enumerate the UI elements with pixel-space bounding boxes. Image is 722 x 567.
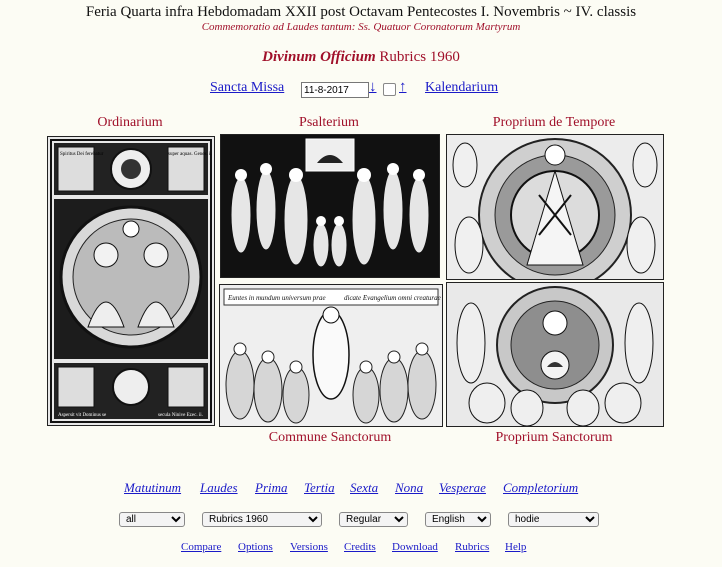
commune-banner-right-text: dicate Evangelium omni creaturae (344, 294, 441, 302)
date-input[interactable] (301, 82, 369, 98)
scope-select[interactable]: all (119, 512, 185, 527)
compare-link[interactable]: Compare (181, 541, 221, 553)
ordinarium-top-left-text: Spiritus Dei ferebatur (60, 152, 104, 157)
hour-prima-link[interactable]: Prima (255, 480, 288, 496)
office-heading: Divinum Officium Rubrics 1960 (0, 49, 722, 66)
hour-vesperae-link[interactable]: Vesperae (439, 480, 486, 496)
day-checkbox[interactable] (383, 83, 396, 96)
sancta-missa-link[interactable]: Sancta Missa (210, 80, 284, 96)
hour-tertia-link[interactable]: Tertia (304, 480, 335, 496)
commune-banner-left-text: Euntes in mundum universum prae (227, 294, 326, 302)
commune-sanctorum-caption[interactable]: Commune Sanctorum (219, 430, 441, 446)
hour-matutinum-link[interactable]: Matutinum (124, 480, 181, 496)
day-select[interactable]: hodie (508, 512, 599, 527)
versions-link[interactable]: Versions (290, 541, 328, 553)
mode-select[interactable]: Regular (339, 512, 408, 527)
language-select[interactable]: English (425, 512, 491, 527)
ordinarium-engraving[interactable]: Spiritus Dei ferebatur super aquas. Gene… (47, 136, 215, 426)
psalterium-engraving[interactable] (220, 134, 440, 278)
hour-nona-link[interactable]: Nona (395, 480, 423, 496)
proprium-de-tempore-engraving[interactable] (446, 134, 664, 280)
hour-completorium-link[interactable]: Completorium (503, 480, 578, 496)
help-link[interactable]: Help (505, 541, 526, 553)
commemoration-subtitle: Commemoratio ad Laudes tantum: Ss. Quatu… (201, 21, 521, 33)
rubrics-select[interactable]: Rubrics 1960 (202, 512, 322, 527)
ordinarium-caption[interactable]: Ordinarium (47, 115, 213, 131)
office-rubrics: Rubrics 1960 (379, 49, 460, 65)
proprium-sanctorum-engraving[interactable] (446, 282, 664, 427)
ordinarium-bottom-right-text: secula Ninive Ezec. ii. (158, 413, 203, 418)
options-link[interactable]: Options (238, 541, 273, 553)
page-title: Feria Quarta infra Hebdomadam XXII post … (85, 4, 637, 20)
next-day-arrow-icon[interactable]: ↑ (399, 79, 407, 96)
hour-laudes-link[interactable]: Laudes (200, 480, 238, 496)
ordinarium-top-right-text: super aquas. Genes. i. (168, 152, 212, 157)
download-link[interactable]: Download (392, 541, 438, 553)
rubrics-link[interactable]: Rubrics (455, 541, 489, 553)
commune-sanctorum-engraving[interactable]: Euntes in mundum universum prae dicate E… (219, 284, 443, 427)
proprium-sanctorum-caption[interactable]: Proprium Sanctorum (446, 430, 662, 446)
hours-nav: Matutinum Laudes Prima Tertia Sexta Nona… (0, 480, 722, 498)
previous-day-arrow-icon[interactable]: ↓ (369, 79, 377, 96)
proprium-de-tempore-caption[interactable]: Proprium de Tempore (446, 115, 662, 131)
credits-link[interactable]: Credits (344, 541, 376, 553)
kalendarium-link[interactable]: Kalendarium (425, 80, 498, 96)
ordinarium-bottom-left-text: Aspersit vit Dominus se (58, 413, 107, 418)
office-name: Divinum Officium (262, 49, 376, 65)
psalterium-caption[interactable]: Psalterium (220, 115, 438, 131)
hour-sexta-link[interactable]: Sexta (350, 480, 378, 496)
